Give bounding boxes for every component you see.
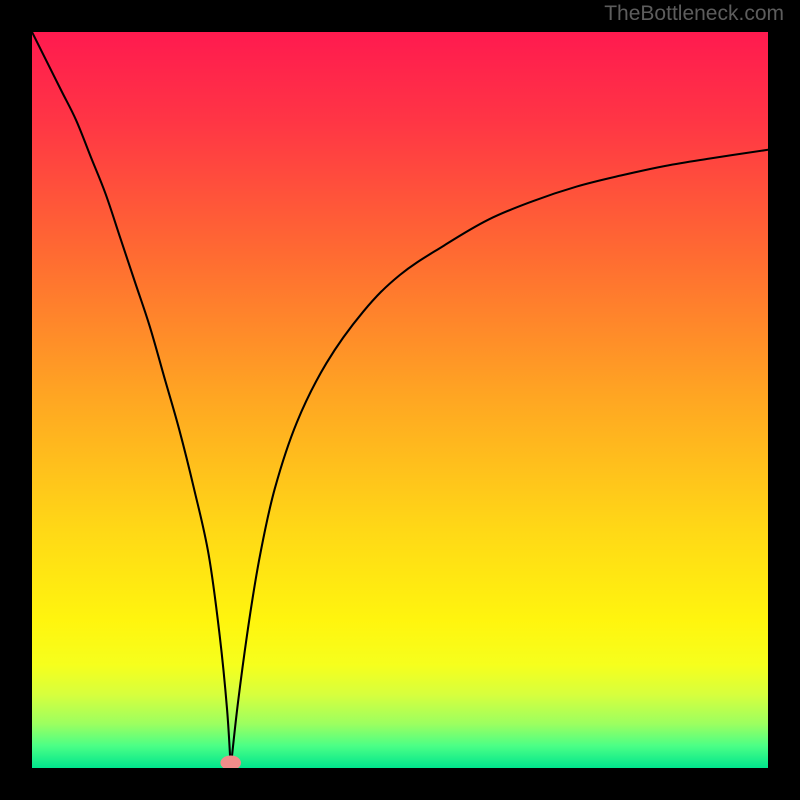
chart-frame: TheBottleneck.com <box>0 0 800 800</box>
watermark-text: TheBottleneck.com <box>604 2 784 26</box>
minimum-marker <box>220 755 241 768</box>
curve-right-branch <box>231 150 768 768</box>
curve-layer <box>32 32 768 768</box>
plot-area <box>32 32 768 768</box>
curve-left-branch <box>32 32 231 768</box>
